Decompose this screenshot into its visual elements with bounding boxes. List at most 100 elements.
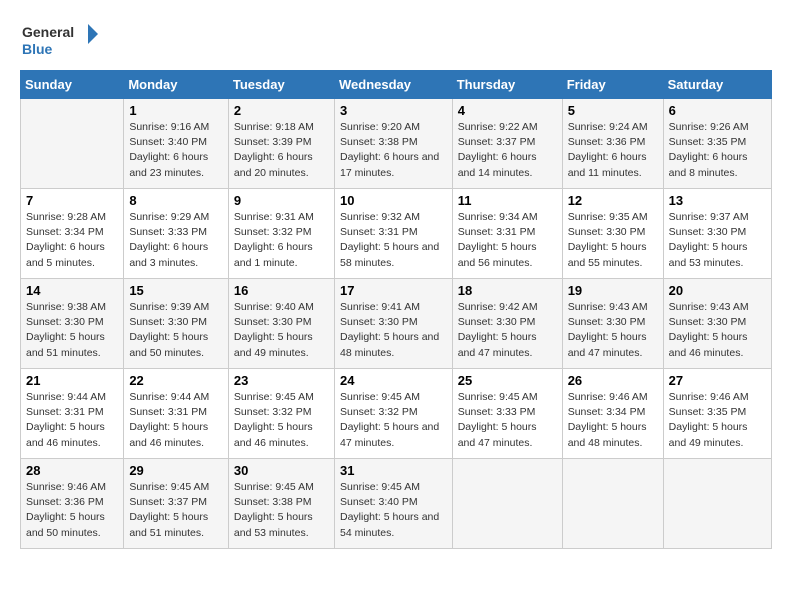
calendar-cell [452,459,562,549]
day-number: 1 [129,103,223,118]
calendar-cell: 26 Sunrise: 9:46 AMSunset: 3:34 PMDayligh… [562,369,663,459]
day-number: 12 [568,193,658,208]
calendar-cell: 1 Sunrise: 9:16 AMSunset: 3:40 PMDaylight… [124,99,229,189]
day-detail: Sunrise: 9:46 AMSunset: 3:36 PMDaylight:… [26,480,118,541]
day-detail: Sunrise: 9:22 AMSunset: 3:37 PMDaylight:… [458,120,557,181]
day-number: 14 [26,283,118,298]
day-detail: Sunrise: 9:16 AMSunset: 3:40 PMDaylight:… [129,120,223,181]
day-number: 15 [129,283,223,298]
weekday-header-cell: Sunday [21,71,124,99]
day-number: 25 [458,373,557,388]
day-number: 30 [234,463,329,478]
day-detail: Sunrise: 9:20 AMSunset: 3:38 PMDaylight:… [340,120,447,181]
calendar-week-row: 7Sunrise: 9:28 AMSunset: 3:34 PMDaylight… [21,189,772,279]
day-detail: Sunrise: 9:45 AMSunset: 3:32 PMDaylight:… [340,390,447,451]
calendar-week-row: 14 Sunrise: 9:38 AMSunset: 3:30 PMDayligh… [21,279,772,369]
calendar-cell: 18Sunrise: 9:42 AMSunset: 3:30 PMDayligh… [452,279,562,369]
calendar-cell: 11 Sunrise: 9:34 AMSunset: 3:31 PMDayligh… [452,189,562,279]
weekday-header-cell: Wednesday [334,71,452,99]
day-detail: Sunrise: 9:26 AMSunset: 3:35 PMDaylight:… [669,120,766,181]
calendar-cell [663,459,771,549]
page-header: General Blue [20,20,772,60]
day-number: 17 [340,283,447,298]
calendar-cell: 2 Sunrise: 9:18 AMSunset: 3:39 PMDaylight… [228,99,334,189]
calendar-cell: 3 Sunrise: 9:20 AMSunset: 3:38 PMDaylight… [334,99,452,189]
calendar-cell: 6 Sunrise: 9:26 AMSunset: 3:35 PMDaylight… [663,99,771,189]
calendar-cell: 13Sunrise: 9:37 AMSunset: 3:30 PMDayligh… [663,189,771,279]
day-detail: Sunrise: 9:40 AMSunset: 3:30 PMDaylight:… [234,300,329,361]
calendar-cell: 15 Sunrise: 9:39 AMSunset: 3:30 PMDayligh… [124,279,229,369]
calendar-cell: 22Sunrise: 9:44 AMSunset: 3:31 PMDayligh… [124,369,229,459]
day-number: 24 [340,373,447,388]
day-number: 3 [340,103,447,118]
day-number: 11 [458,193,557,208]
svg-text:General: General [22,24,74,40]
day-number: 13 [669,193,766,208]
calendar-cell [21,99,124,189]
day-detail: Sunrise: 9:45 AMSunset: 3:33 PMDaylight:… [458,390,557,451]
day-number: 4 [458,103,557,118]
day-number: 6 [669,103,766,118]
weekday-header-cell: Thursday [452,71,562,99]
day-detail: Sunrise: 9:31 AMSunset: 3:32 PMDaylight:… [234,210,329,271]
day-number: 18 [458,283,557,298]
day-number: 20 [669,283,766,298]
calendar-cell: 8Sunrise: 9:29 AMSunset: 3:33 PMDaylight… [124,189,229,279]
day-number: 23 [234,373,329,388]
day-number: 2 [234,103,329,118]
day-detail: Sunrise: 9:34 AMSunset: 3:31 PMDaylight:… [458,210,557,271]
day-number: 22 [129,373,223,388]
day-detail: Sunrise: 9:29 AMSunset: 3:33 PMDaylight:… [129,210,223,271]
calendar-cell: 21 Sunrise: 9:44 AMSunset: 3:31 PMDayligh… [21,369,124,459]
day-detail: Sunrise: 9:43 AMSunset: 3:30 PMDaylight:… [568,300,658,361]
day-detail: Sunrise: 9:32 AMSunset: 3:31 PMDaylight:… [340,210,447,271]
calendar-week-row: 21 Sunrise: 9:44 AMSunset: 3:31 PMDayligh… [21,369,772,459]
calendar-cell: 14 Sunrise: 9:38 AMSunset: 3:30 PMDayligh… [21,279,124,369]
calendar-cell: 19 Sunrise: 9:43 AMSunset: 3:30 PMDayligh… [562,279,663,369]
day-number: 19 [568,283,658,298]
weekday-header-cell: Saturday [663,71,771,99]
calendar-cell: 10Sunrise: 9:32 AMSunset: 3:31 PMDayligh… [334,189,452,279]
day-number: 7 [26,193,118,208]
day-detail: Sunrise: 9:24 AMSunset: 3:36 PMDaylight:… [568,120,658,181]
day-detail: Sunrise: 9:45 AMSunset: 3:38 PMDaylight:… [234,480,329,541]
day-detail: Sunrise: 9:43 AMSunset: 3:30 PMDaylight:… [669,300,766,361]
day-number: 21 [26,373,118,388]
day-detail: Sunrise: 9:46 AMSunset: 3:35 PMDaylight:… [669,390,766,451]
calendar-cell: 20 Sunrise: 9:43 AMSunset: 3:30 PMDayligh… [663,279,771,369]
day-number: 31 [340,463,447,478]
calendar-cell: 24 Sunrise: 9:45 AMSunset: 3:32 PMDayligh… [334,369,452,459]
calendar-cell: 28Sunrise: 9:46 AMSunset: 3:36 PMDayligh… [21,459,124,549]
calendar-cell: 4 Sunrise: 9:22 AMSunset: 3:37 PMDaylight… [452,99,562,189]
day-detail: Sunrise: 9:45 AMSunset: 3:37 PMDaylight:… [129,480,223,541]
day-detail: Sunrise: 9:18 AMSunset: 3:39 PMDaylight:… [234,120,329,181]
day-number: 26 [568,373,658,388]
calendar-cell: 23Sunrise: 9:45 AMSunset: 3:32 PMDayligh… [228,369,334,459]
day-number: 16 [234,283,329,298]
day-number: 5 [568,103,658,118]
calendar-cell: 29 Sunrise: 9:45 AMSunset: 3:37 PMDayligh… [124,459,229,549]
day-detail: Sunrise: 9:38 AMSunset: 3:30 PMDaylight:… [26,300,118,361]
day-number: 29 [129,463,223,478]
calendar-cell: 17Sunrise: 9:41 AMSunset: 3:30 PMDayligh… [334,279,452,369]
weekday-header-cell: Tuesday [228,71,334,99]
calendar-cell: 12Sunrise: 9:35 AMSunset: 3:30 PMDayligh… [562,189,663,279]
calendar-week-row: 1 Sunrise: 9:16 AMSunset: 3:40 PMDaylight… [21,99,772,189]
calendar-cell: 30 Sunrise: 9:45 AMSunset: 3:38 PMDayligh… [228,459,334,549]
calendar-body: 1 Sunrise: 9:16 AMSunset: 3:40 PMDaylight… [21,99,772,549]
day-detail: Sunrise: 9:39 AMSunset: 3:30 PMDaylight:… [129,300,223,361]
day-number: 27 [669,373,766,388]
calendar-cell: 9 Sunrise: 9:31 AMSunset: 3:32 PMDaylight… [228,189,334,279]
calendar-table: SundayMondayTuesdayWednesdayThursdayFrid… [20,70,772,549]
calendar-cell [562,459,663,549]
day-number: 9 [234,193,329,208]
day-detail: Sunrise: 9:44 AMSunset: 3:31 PMDaylight:… [26,390,118,451]
day-detail: Sunrise: 9:45 AMSunset: 3:40 PMDaylight:… [340,480,447,541]
day-detail: Sunrise: 9:46 AMSunset: 3:34 PMDaylight:… [568,390,658,451]
weekday-header-cell: Friday [562,71,663,99]
calendar-cell: 5 Sunrise: 9:24 AMSunset: 3:36 PMDaylight… [562,99,663,189]
calendar-cell: 7Sunrise: 9:28 AMSunset: 3:34 PMDaylight… [21,189,124,279]
svg-text:Blue: Blue [22,41,53,57]
calendar-cell: 31 Sunrise: 9:45 AMSunset: 3:40 PMDayligh… [334,459,452,549]
logo-svg: General Blue [20,20,100,60]
